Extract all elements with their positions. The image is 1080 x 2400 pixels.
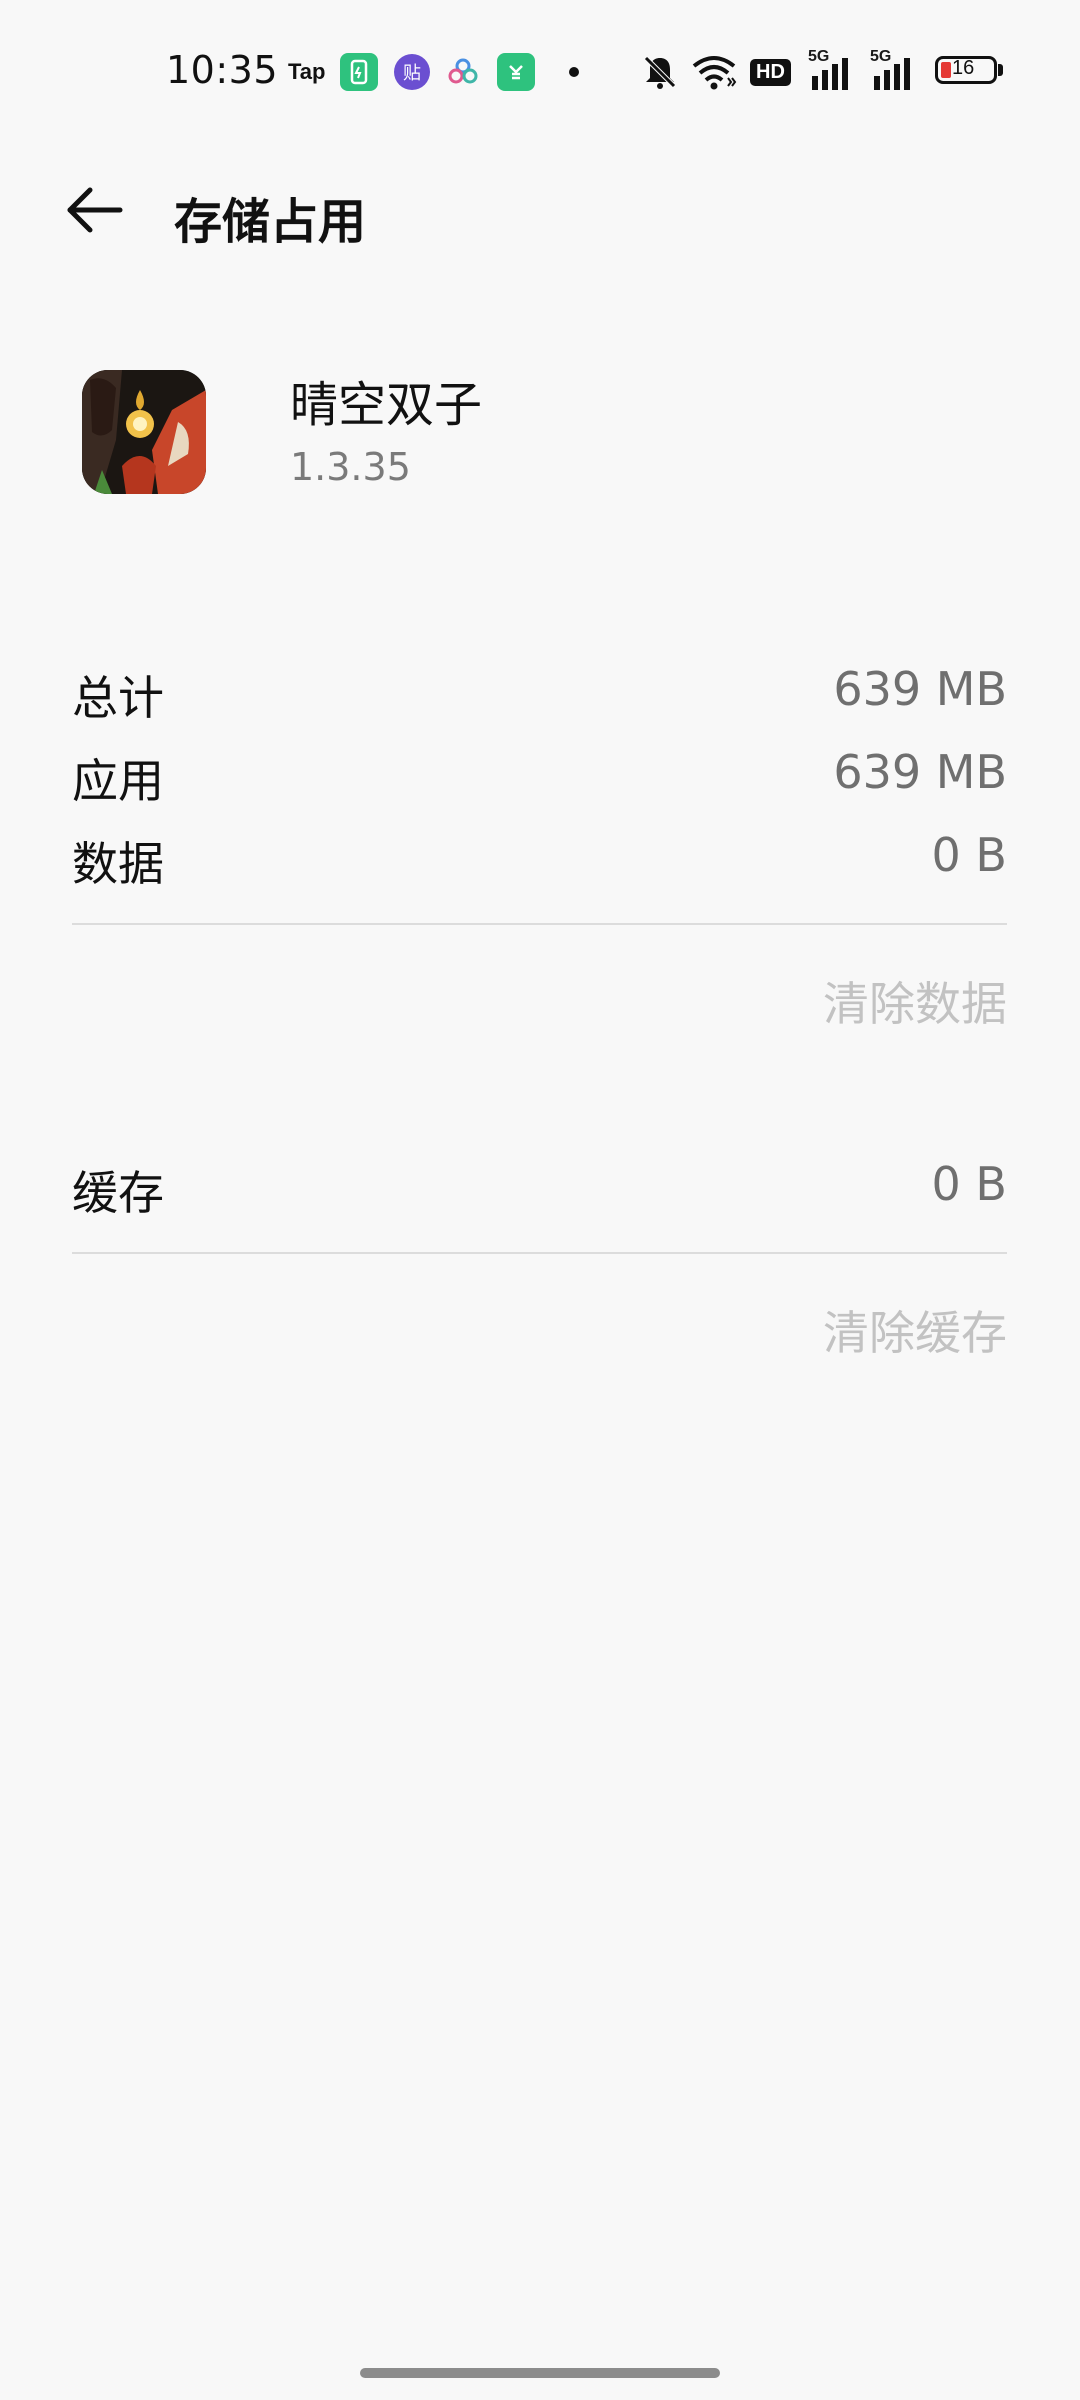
green-app-icon-2 — [497, 52, 535, 92]
app-size-value: 639 MB — [833, 745, 1007, 799]
battery-icon: 16 — [935, 56, 997, 84]
cache-row: 缓存 0 B — [72, 1157, 1007, 1220]
app-name: 晴空双子 — [290, 377, 483, 433]
status-bar: 10:35 Tap 贴 HD 5G 5G 16 — [0, 0, 1080, 140]
clear-data-button[interactable]: 清除数据 — [823, 968, 1007, 1034]
green-app-icon — [340, 52, 378, 92]
data-label: 数据 — [72, 837, 164, 891]
cache-label: 缓存 — [72, 1166, 164, 1220]
app-icon — [82, 370, 206, 494]
app-version: 1.3.35 — [290, 445, 411, 489]
signal-5g-icon-2: 5G — [870, 48, 920, 94]
cloud-app-icon — [445, 52, 481, 92]
tap-app-icon: Tap — [288, 59, 326, 84]
clear-cache-button[interactable]: 清除缓存 — [823, 1297, 1007, 1363]
wifi-icon — [690, 50, 738, 94]
battery-level: 16 — [952, 57, 975, 79]
divider — [72, 923, 1007, 925]
back-button[interactable] — [60, 180, 130, 240]
total-value: 639 MB — [833, 662, 1007, 716]
notification-dot-icon — [569, 52, 579, 92]
page-title: 存储占用 — [174, 194, 367, 250]
app-size-label: 应用 — [72, 754, 164, 808]
hd-icon: HD — [750, 50, 791, 94]
status-time: 10:35 — [166, 48, 279, 92]
total-label: 总计 — [72, 671, 164, 725]
tieba-icon: 贴 — [394, 52, 430, 92]
total-row: 总计 639 MB — [72, 662, 1007, 725]
data-row: 数据 0 B — [72, 828, 1007, 891]
mute-bell-icon — [640, 50, 680, 94]
back-arrow-icon — [67, 187, 123, 233]
divider — [72, 1252, 1007, 1254]
signal-5g-icon: 5G — [808, 48, 858, 94]
data-value: 0 B — [931, 828, 1007, 882]
cache-value: 0 B — [931, 1157, 1007, 1211]
home-indicator[interactable] — [360, 2368, 720, 2378]
app-size-row: 应用 639 MB — [72, 745, 1007, 808]
battery-tip — [998, 64, 1003, 76]
